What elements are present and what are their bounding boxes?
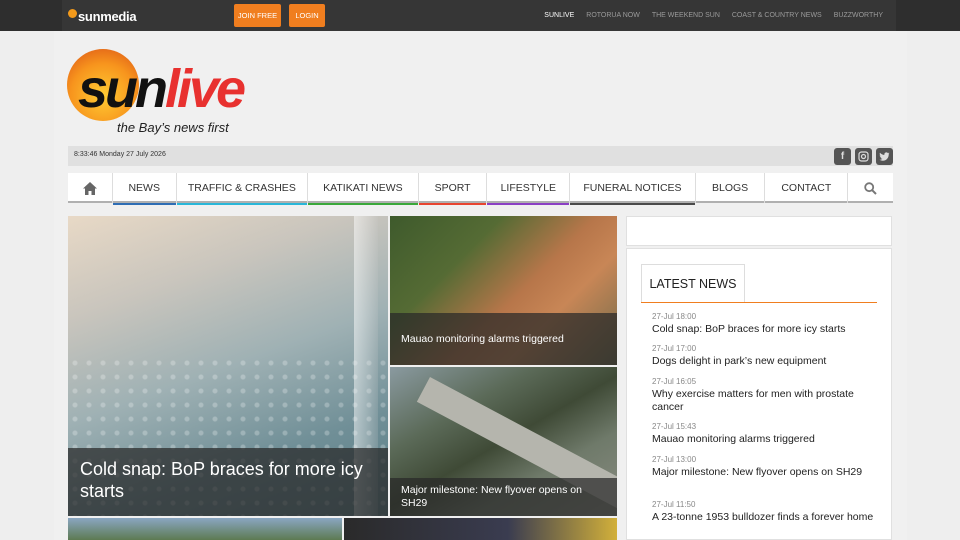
news-time: 27-Jul 15:43	[652, 422, 697, 431]
network-link-coast-country[interactable]: COAST & COUNTRY NEWS	[732, 12, 822, 19]
social-links: f	[834, 148, 893, 165]
date-bar: 8:33:46 Monday 27 July 2026 f	[68, 146, 893, 166]
news-time: 27-Jul 11:50	[652, 500, 696, 509]
nav-label: NEWS	[128, 182, 160, 194]
news-title[interactable]: Dogs delight in park’s new equipment	[652, 355, 882, 368]
news-time: 27-Jul 17:00	[652, 344, 697, 353]
nav-color-bar	[418, 203, 487, 205]
search-icon	[864, 181, 877, 195]
nav-label: BLOGS	[712, 182, 749, 194]
sunmedia-logo[interactable]: sunmedia	[68, 8, 137, 24]
instagram-icon[interactable]	[855, 148, 872, 165]
news-title[interactable]: Cold snap: BoP braces for more icy start…	[652, 323, 882, 336]
news-title[interactable]: Major milestone: New flyover opens on SH…	[652, 466, 882, 479]
news-time: 27-Jul 16:05	[652, 377, 697, 386]
main-nav: NEWS TRAFFIC & CRASHES KATIKATI NEWS SPO…	[68, 173, 893, 205]
network-link-weekend-sun[interactable]: THE WEEKEND SUN	[652, 12, 720, 19]
nav-color-bar	[112, 203, 176, 205]
ad-slot	[626, 216, 892, 246]
nav-color-bar	[176, 203, 308, 205]
sunlive-wordmark: sunlive	[78, 59, 246, 119]
news-title[interactable]: Mauao monitoring alarms triggered	[652, 433, 882, 446]
story-tile-bottom-left[interactable]	[68, 518, 342, 540]
nav-color-bar	[308, 203, 418, 205]
nav-item-traffic[interactable]: TRAFFIC & CRASHES	[176, 173, 309, 205]
news-item[interactable]: 27-Jul 11:50 A 23-tonne 1953 bulldozer f…	[652, 500, 882, 524]
hero-story-title[interactable]: Cold snap: BoP braces for more icy start…	[68, 448, 388, 516]
news-title[interactable]: A 23-tonne 1953 bulldozer finds a foreve…	[652, 511, 882, 524]
story-tile-flyover[interactable]: Major milestone: New flyover opens on SH…	[390, 367, 617, 516]
news-item[interactable]: 27-Jul 13:00 Major milestone: New flyove…	[652, 455, 882, 479]
network-link-rotorua-now[interactable]: ROTORUA NOW	[586, 12, 640, 19]
login-button[interactable]: LOGIN	[289, 4, 325, 27]
nav-color-bar	[570, 203, 695, 205]
wordmark-live: live	[165, 59, 246, 119]
nav-label: TRAFFIC & CRASHES	[187, 182, 296, 194]
join-free-button[interactable]: JOIN FREE	[234, 4, 281, 27]
sunmedia-logo-text: sunmedia	[78, 8, 137, 24]
nav-home[interactable]	[68, 173, 113, 203]
nav-color-bar	[487, 203, 570, 205]
nav-search[interactable]	[848, 173, 893, 203]
nav-item-contact[interactable]: CONTACT	[765, 173, 849, 203]
twitter-icon[interactable]	[876, 148, 893, 165]
nav-label: LIFESTYLE	[500, 182, 557, 194]
network-link-buzzworthy[interactable]: BUZZWORTHY	[834, 12, 883, 19]
logo-tagline: the Bay’s news first	[117, 120, 229, 135]
home-icon	[82, 181, 97, 195]
network-links: SUNLIVE ROTORUA NOW THE WEEKEND SUN COAS…	[544, 0, 883, 31]
latest-news-divider	[641, 302, 877, 303]
story-tile-mauao[interactable]: Mauao monitoring alarms triggered	[390, 216, 617, 365]
facebook-icon[interactable]: f	[834, 148, 851, 165]
sun-dot-icon	[68, 8, 77, 18]
news-time: 27-Jul 13:00	[652, 455, 697, 464]
nav-label: FUNERAL NOTICES	[583, 182, 682, 194]
hero-story[interactable]: Cold snap: BoP braces for more icy start…	[68, 216, 388, 516]
nav-item-news[interactable]: NEWS	[112, 173, 177, 205]
nav-label: KATIKATI NEWS	[323, 182, 403, 194]
news-item[interactable]: 27-Jul 16:05 Why exercise matters for me…	[652, 377, 882, 414]
news-item[interactable]: 27-Jul 17:00 Dogs delight in park’s new …	[652, 344, 882, 368]
network-link-sunlive[interactable]: SUNLIVE	[544, 12, 574, 19]
sunlive-logo[interactable]: sunlive the Bay’s news first	[66, 48, 266, 138]
nav-item-lifestyle[interactable]: LIFESTYLE	[487, 173, 571, 205]
news-item[interactable]: 27-Jul 18:00 Cold snap: BoP braces for m…	[652, 312, 882, 336]
nav-label: CONTACT	[781, 182, 832, 194]
wordmark-sun: sun	[78, 59, 168, 119]
news-item[interactable]: 27-Jul 15:43 Mauao monitoring alarms tri…	[652, 422, 882, 446]
story-tile-bottom-right[interactable]	[344, 518, 617, 540]
nav-item-sport[interactable]: SPORT	[418, 173, 488, 205]
nav-item-katikati[interactable]: KATIKATI NEWS	[308, 173, 419, 205]
current-datetime: 8:33:46 Monday 27 July 2026	[74, 151, 166, 158]
nav-label: SPORT	[434, 182, 471, 194]
nav-item-blogs[interactable]: BLOGS	[696, 173, 766, 203]
latest-news-tab[interactable]: LATEST NEWS	[641, 264, 745, 303]
news-time: 27-Jul 18:00	[652, 312, 697, 321]
nav-item-funeral-notices[interactable]: FUNERAL NOTICES	[570, 173, 696, 205]
story-tile-title[interactable]: Mauao monitoring alarms triggered	[390, 313, 617, 365]
story-tile-title[interactable]: Major milestone: New flyover opens on SH…	[390, 478, 617, 516]
news-title[interactable]: Why exercise matters for men with prosta…	[652, 388, 882, 414]
